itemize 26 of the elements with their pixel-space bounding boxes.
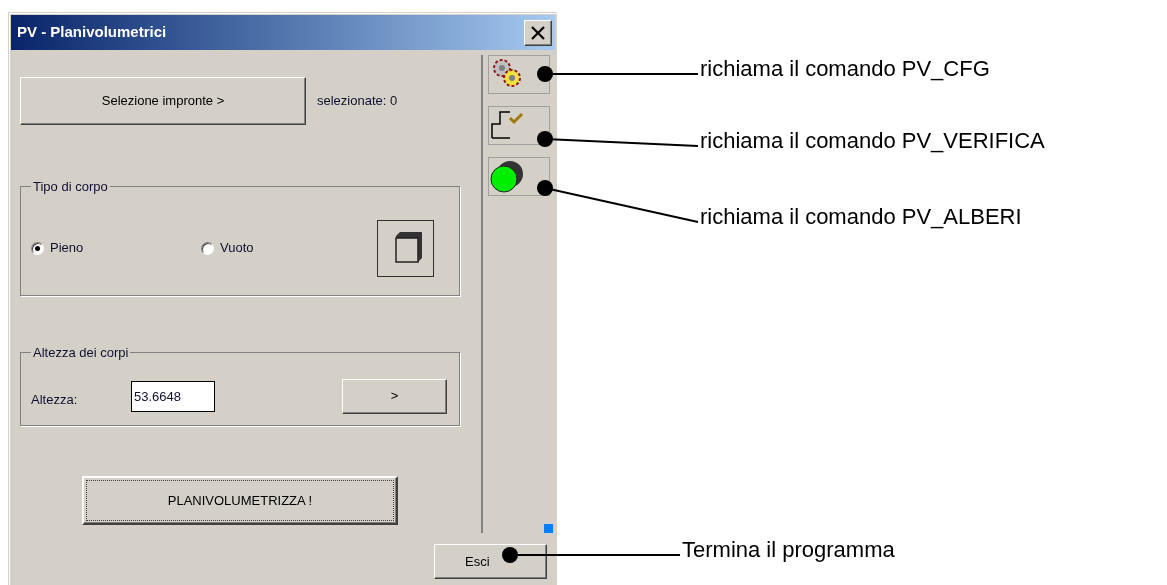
annotation-text: richiama il comando PV_CFG [700,58,990,80]
annotation-text: Termina il programma [682,539,895,561]
group-title: Altezza dei corpi [32,344,130,362]
planivolumetrize-button[interactable]: PLANIVOLUMETRIZZA ! [82,476,398,525]
radio-button[interactable] [31,241,44,255]
cube-button[interactable] [377,219,434,277]
height-field[interactable]: 53.6648 [131,380,215,412]
select-footprints-button[interactable]: Selezione impronte > [20,77,306,125]
window-title: PV - Planivolumetrici [17,22,167,43]
toolbar-button[interactable] [488,106,550,145]
selected-count: selezionate: 0 [317,92,398,111]
annotation-text: richiama il comando PV_ALBERI [700,206,1022,228]
group-title: Tipo di corpo [32,178,109,196]
close-button[interactable] [524,19,552,46]
close-icon [531,25,545,40]
exit-button[interactable]: Esci [434,544,547,579]
annotation-text: richiama il comando PV_VERIFICA [700,130,1045,152]
step-check-icon [490,108,524,140]
radio-button[interactable] [201,241,214,255]
signal-light-icon [490,159,524,193]
height-label: Altezza: [31,391,79,410]
radio-option[interactable]: Pieno [31,238,201,258]
gears-icon [490,57,524,89]
status-indicator-icon [544,524,553,533]
radio-option[interactable]: Vuoto [201,238,377,258]
apply-height-button[interactable]: > [342,378,447,414]
